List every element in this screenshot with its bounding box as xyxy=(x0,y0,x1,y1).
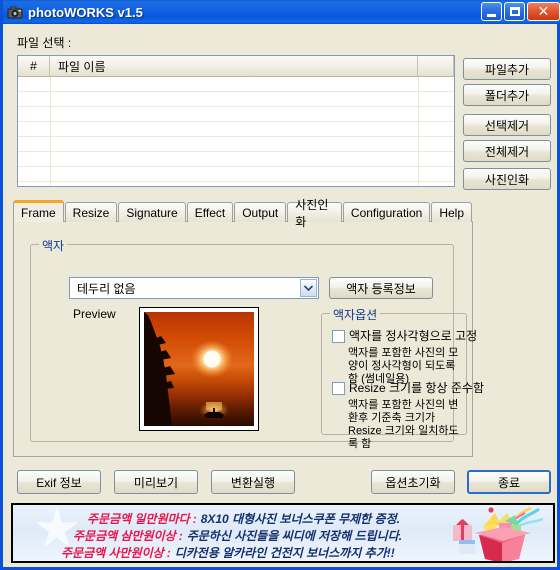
preview-label: Preview xyxy=(73,307,116,321)
add-file-button[interactable]: 파일추가 xyxy=(463,58,551,80)
tab-help[interactable]: Help xyxy=(431,202,472,222)
promo-line-2: 주문금액 삼만원이상 : 주문하신 사진들을 씨디에 저장해 드립니다. xyxy=(61,528,451,545)
application-window: photoWORKS v1.5 ✕ 파일 선택 : # 파일 이름 파일추가 폴… xyxy=(0,0,560,570)
respect-resize-description: 액자를 포함한 사진의 변환후 기준축 크기가 Resize 크기와 일치하도록… xyxy=(348,399,459,450)
list-item[interactable] xyxy=(18,77,454,92)
respect-resize-option[interactable]: Resize 크기를 항상 준수함 xyxy=(332,382,484,395)
maximize-icon xyxy=(510,7,520,16)
promo-line-1-key: 주문금액 일만원마다 xyxy=(87,512,190,526)
tab-photo-print[interactable]: 사진인화 xyxy=(287,198,342,229)
maximize-button[interactable] xyxy=(504,2,525,21)
file-list-body[interactable] xyxy=(18,77,454,186)
preview-photo-sunset xyxy=(144,312,254,426)
tab-resize[interactable]: Resize xyxy=(64,202,118,222)
run-convert-button[interactable]: 변환실행 xyxy=(211,470,295,494)
column-header-filename[interactable]: 파일 이름 xyxy=(50,56,418,76)
promo-line-1-value: 8X10 대형사진 보너스쿠폰 무제한 증정. xyxy=(200,512,400,526)
minimize-button[interactable] xyxy=(481,2,502,21)
column-header-extra[interactable] xyxy=(418,56,454,76)
tab-output[interactable]: Output xyxy=(234,202,287,222)
close-icon: ✕ xyxy=(537,3,550,20)
remove-selected-button[interactable]: 선택제거 xyxy=(463,114,551,136)
file-list[interactable]: # 파일 이름 xyxy=(17,55,455,187)
promo-line-2-separator: : xyxy=(178,529,183,543)
file-select-label: 파일 선택 : xyxy=(17,36,72,50)
list-item[interactable] xyxy=(18,92,454,107)
reset-options-button[interactable]: 옵션초기화 xyxy=(371,470,455,494)
window-title: photoWORKS v1.5 xyxy=(28,4,143,20)
frame-group-title: 액자 xyxy=(39,237,68,254)
promo-line-3-separator: : xyxy=(166,546,171,560)
grid-line-vertical xyxy=(50,77,51,186)
frame-select[interactable]: 테두리 없음 xyxy=(69,277,319,299)
respect-resize-label: Resize 크기를 항상 준수함 xyxy=(349,381,485,395)
remove-all-button[interactable]: 전체제거 xyxy=(463,140,551,162)
preview-frame xyxy=(139,307,259,431)
preview-button[interactable]: 미리보기 xyxy=(114,470,198,494)
list-item[interactable] xyxy=(18,167,454,182)
respect-resize-checkbox[interactable] xyxy=(332,382,345,395)
chevron-down-icon[interactable] xyxy=(300,279,317,297)
print-photo-button[interactable]: 사진인화 xyxy=(463,168,551,190)
square-frame-checkbox[interactable] xyxy=(332,330,345,343)
frame-group: 액자 테두리 없음 액자 등록정보 Preview 액자옵션 액자를 정사각형으… xyxy=(30,237,484,450)
tab-panel-frame: 액자 테두리 없음 액자 등록정보 Preview 액자옵션 액자를 정사각형으… xyxy=(13,221,484,457)
grid-line-vertical xyxy=(418,77,419,186)
add-folder-button[interactable]: 폴더추가 xyxy=(463,84,551,106)
tab-configuration[interactable]: Configuration xyxy=(342,202,431,222)
list-item[interactable] xyxy=(18,107,454,122)
tab-frame[interactable]: Frame xyxy=(13,200,64,222)
tab-bar: Frame Resize Signature Effect Output 사진인… xyxy=(13,198,473,229)
frame-info-button[interactable]: 액자 등록정보 xyxy=(329,277,433,299)
promo-line-2-value: 주문하신 사진들을 씨디에 저장해 드립니다. xyxy=(186,529,403,543)
file-list-header: # 파일 이름 xyxy=(18,56,454,77)
square-frame-option[interactable]: 액자를 정사각형으로 고정 xyxy=(332,330,477,343)
promo-line-2-key: 주문금액 삼만원이상 xyxy=(73,529,176,543)
frame-select-value: 테두리 없음 xyxy=(77,281,136,296)
promo-line-1: 주문금액 일만원마다 : 8X10 대형사진 보너스쿠폰 무제한 증정. xyxy=(61,511,451,528)
promo-banner[interactable]: 주문금액 일만원마다 : 8X10 대형사진 보너스쿠폰 무제한 증정. 주문금… xyxy=(11,503,555,563)
tab-effect[interactable]: Effect xyxy=(186,202,234,222)
close-button[interactable]: ✕ xyxy=(527,2,560,21)
minimize-icon xyxy=(487,14,496,17)
list-item[interactable] xyxy=(18,137,454,152)
quit-button[interactable]: 종료 xyxy=(467,470,551,494)
promo-line-1-separator: : xyxy=(192,512,197,526)
list-item[interactable] xyxy=(18,122,454,137)
promo-line-3-value: 디카전용 알카라인 건전지 보너스까지 추가!! xyxy=(174,546,395,560)
camera-icon xyxy=(7,4,23,20)
promo-line-3: 주문금액 사만원이상 : 디카전용 알카라인 건전지 보너스까지 추가!! xyxy=(61,545,451,561)
promo-line-3-key: 주문금액 사만원이상 xyxy=(61,546,164,560)
list-item[interactable] xyxy=(18,152,454,167)
frame-options-title: 액자옵션 xyxy=(330,306,381,323)
tab-signature[interactable]: Signature xyxy=(118,202,186,222)
square-frame-label: 액자를 정사각형으로 고정 xyxy=(349,329,478,343)
title-bar: photoWORKS v1.5 ✕ xyxy=(3,0,560,24)
exif-info-button[interactable]: Exif 정보 xyxy=(17,470,101,494)
gift-box-icon xyxy=(439,506,547,561)
frame-options-group: 액자옵션 액자를 정사각형으로 고정 액자를 포함한 사진의 모양이 정사각형이… xyxy=(321,306,484,450)
window-controls: ✕ xyxy=(481,2,560,21)
promo-banner-text: 주문금액 일만원마다 : 8X10 대형사진 보너스쿠폰 무제한 증정. 주문금… xyxy=(61,511,451,561)
column-header-index[interactable]: # xyxy=(18,56,50,76)
